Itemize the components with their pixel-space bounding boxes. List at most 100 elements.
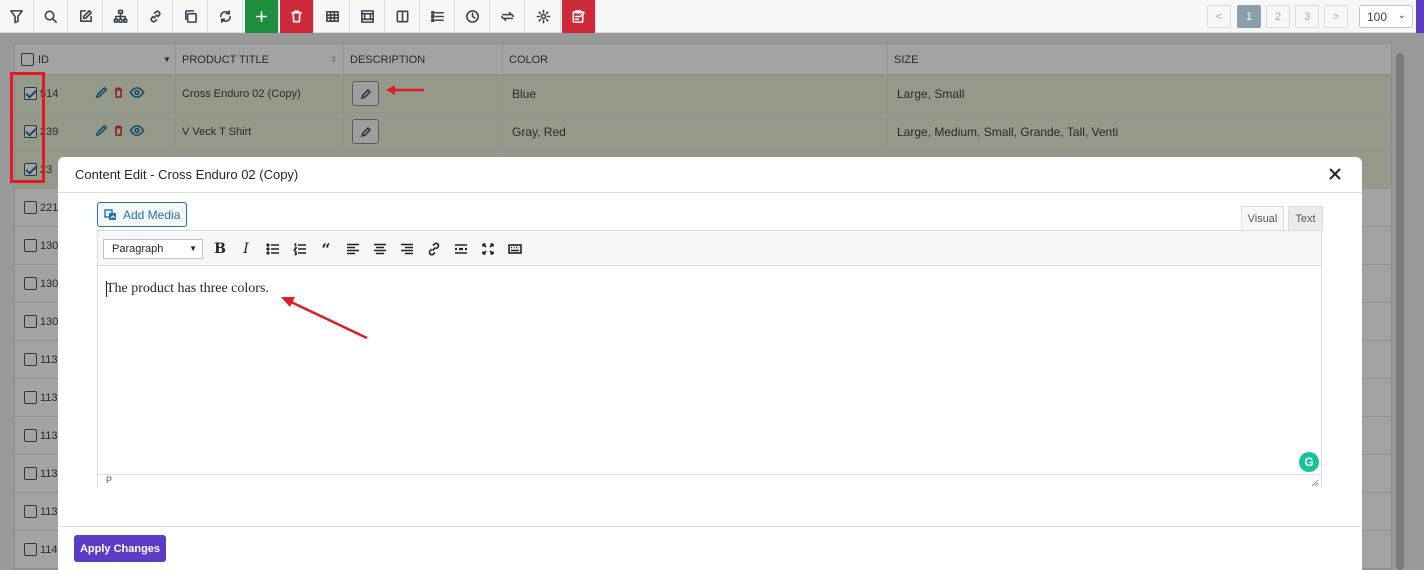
link-icon[interactable] [424,239,444,259]
row-title[interactable]: V Veck T Shirt [175,113,344,150]
columns-icon[interactable] [351,0,385,33]
pencil-icon[interactable] [95,124,108,137]
edit-description-button[interactable] [352,119,379,144]
chevron-down-icon: ⌄ [1397,10,1406,21]
pagination-next[interactable]: > [1324,5,1348,28]
bullet-list-icon[interactable] [263,239,283,259]
format-select[interactable]: Paragraph ▼ [103,239,203,259]
table-row[interactable]: 239 V Veck T Shirt Gray, Red Large, Medi… [15,113,1391,151]
italic-icon[interactable]: I [236,239,256,259]
add-media-button[interactable]: Add Media [97,202,188,227]
header-color[interactable]: COLOR [503,44,888,75]
bold-icon[interactable]: B [210,239,230,259]
row-checkbox[interactable] [24,543,37,556]
header-product-title-label: PRODUCT TITLE [182,53,269,66]
search-icon[interactable] [34,0,68,33]
media-icon [104,208,116,220]
pagination-page-2[interactable]: 2 [1266,5,1290,28]
tab-text[interactable]: Text [1288,206,1323,231]
blockquote-icon[interactable]: “ [316,239,336,259]
edit-description-button[interactable] [352,81,379,106]
row-actions [95,86,145,99]
clock-icon[interactable] [456,0,490,33]
sort-icon: ⇕ [330,55,337,64]
pagination-page-1[interactable]: 1 [1237,5,1261,28]
row-color[interactable]: Blue [503,75,888,112]
eye-icon[interactable] [129,124,145,137]
table-scrollbar[interactable] [1395,45,1405,570]
list-icon[interactable] [421,0,455,33]
row-checkbox[interactable] [24,353,37,366]
select-all-checkbox[interactable] [21,53,34,66]
pagination-prev[interactable]: < [1207,5,1231,28]
row-checkbox[interactable] [24,201,37,214]
row-actions [95,124,145,137]
eye-icon[interactable] [129,86,145,99]
keyboard-icon[interactable] [505,239,525,259]
row-checkbox[interactable] [24,277,37,290]
refresh-icon[interactable] [209,0,243,33]
row-checkbox[interactable] [24,429,37,442]
table-row[interactable]: 514 Cross Enduro 02 (Copy) Blue Large, S… [15,75,1391,113]
row-checkbox[interactable] [24,315,37,328]
filter-icon[interactable] [0,0,34,33]
pencil-icon [360,88,371,99]
table-icon[interactable] [316,0,350,33]
header-description[interactable]: DESCRIPTION [344,44,503,75]
header-size-label: SIZE [894,53,919,66]
row-size[interactable]: Large, Medium, Small, Grande, Tall, Vent… [888,113,1393,150]
scrollbar-thumb[interactable] [1396,53,1404,570]
row-title[interactable]: Cross Enduro 02 (Copy) [175,75,344,112]
trash-icon[interactable] [112,86,125,99]
row-id: 130 [40,315,59,328]
pagination-page-3[interactable]: 3 [1295,5,1319,28]
format-select-value: Paragraph [112,243,164,255]
read-more-icon[interactable] [451,239,471,259]
align-right-icon[interactable] [397,239,417,259]
swap-icon[interactable] [491,0,525,33]
clipboard-edit-icon[interactable] [562,0,596,33]
modal-header: Content Edit - Cross Enduro 02 (Copy) [58,157,1362,193]
trash-icon[interactable] [112,124,125,137]
per-page-select[interactable]: 100 ⌄ [1359,5,1413,28]
annotation-box [10,72,45,183]
link-icon[interactable] [139,0,173,33]
row-color[interactable]: Gray, Red [503,113,888,150]
sitemap-icon[interactable] [104,0,138,33]
align-left-icon[interactable] [343,239,363,259]
row-checkbox[interactable] [24,239,37,252]
editor-content[interactable]: The product has three colors. [106,281,269,297]
element-path[interactable]: P [106,475,112,485]
pencil-icon[interactable] [95,86,108,99]
align-center-icon[interactable] [370,239,390,259]
editor-toolbar: Paragraph ▼ B I “ [98,231,1321,266]
description-cell [344,113,503,150]
row-checkbox[interactable] [24,505,37,518]
close-icon[interactable] [1328,167,1342,181]
numbered-list-icon[interactable] [290,239,310,259]
toolbar: < 1 2 3 > 100 ⌄ [0,0,1424,33]
fullscreen-icon[interactable] [478,239,498,259]
tab-visual[interactable]: Visual [1241,206,1284,231]
edit-icon[interactable] [69,0,103,33]
resize-handle-icon[interactable] [1311,479,1319,487]
grammarly-icon[interactable]: G [1299,452,1319,472]
trash-icon[interactable] [280,0,314,33]
row-checkbox[interactable] [24,391,37,404]
row-checkbox[interactable] [24,467,37,480]
apply-changes-button[interactable]: Apply Changes [74,535,166,562]
header-size[interactable]: SIZE [888,44,1393,75]
rich-text-editor: Paragraph ▼ B I “ The product has three … [97,230,1322,488]
header-description-label: DESCRIPTION [350,53,426,66]
row-size[interactable]: Large, Small [888,75,1393,112]
split-icon[interactable] [386,0,420,33]
copy-icon[interactable] [174,0,208,33]
plus-icon[interactable] [245,0,279,33]
row-id: 130 [40,239,59,252]
header-product-title[interactable]: PRODUCT TITLE ⇕ [175,44,344,75]
row-id: 113 [40,467,58,480]
row-id: 114 [40,543,58,556]
sort-caret-icon: ▼ [163,55,171,64]
header-id[interactable]: ID ▼ [15,44,175,75]
settings-icon[interactable] [527,0,561,33]
